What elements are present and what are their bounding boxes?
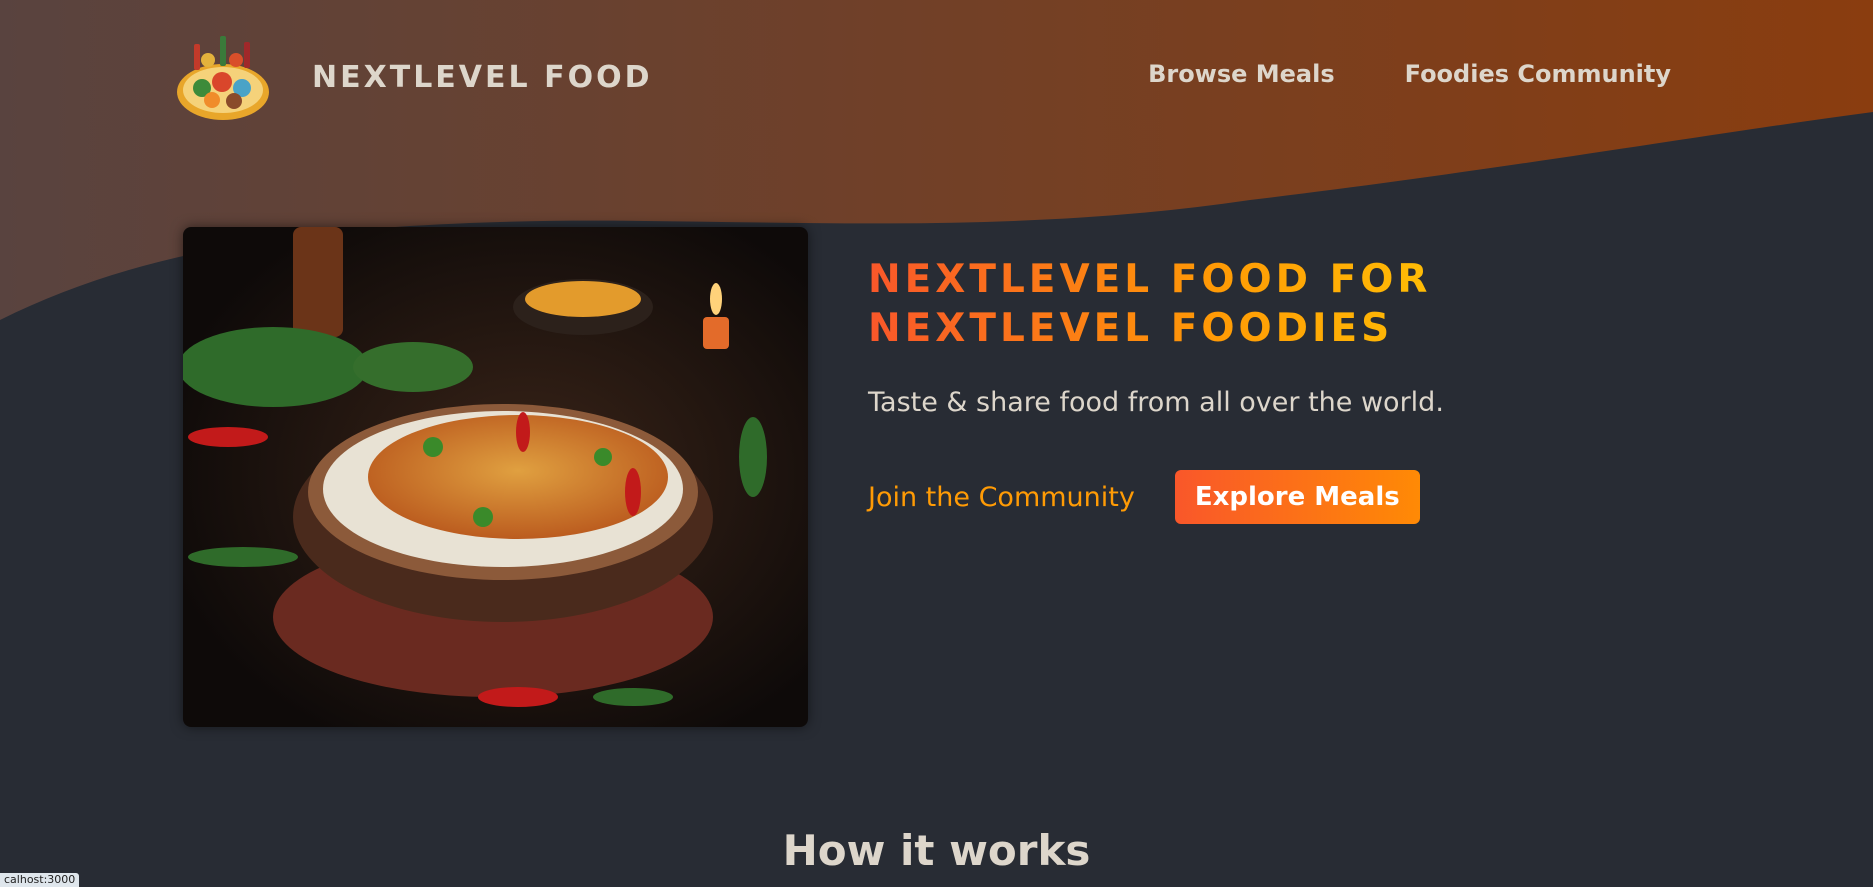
nav-browse-meals[interactable]: Browse Meals	[1148, 60, 1335, 88]
hero-image-curry	[183, 227, 808, 727]
how-it-works-heading: How it works	[782, 826, 1091, 875]
hero-title: NEXTLEVEL FOOD FOR NEXTLEVEL FOODIES	[868, 255, 1508, 353]
brand-name: NEXTLEVEL FOOD	[312, 59, 653, 95]
join-community-link[interactable]: Join the Community	[868, 482, 1135, 513]
logo-link[interactable]: NEXTLEVEL FOOD	[174, 30, 654, 124]
site-header: NEXTLEVEL FOOD Browse Meals Foodies Comm…	[0, 0, 1873, 155]
explore-meals-button[interactable]: Explore Meals	[1174, 470, 1420, 524]
nav-foodies-community[interactable]: Foodies Community	[1405, 60, 1671, 88]
browser-status-bar: calhost:3000	[0, 873, 80, 887]
hero-content: NEXTLEVEL FOOD FOR NEXTLEVEL FOODIES Tas…	[868, 255, 1668, 524]
main-nav: Browse Meals Foodies Community	[1148, 60, 1671, 88]
hero-tagline: Taste & share food from all over the wor…	[868, 387, 1444, 418]
logo-plate-image	[177, 36, 269, 120]
hero-cta-group: Join the Community Explore Meals	[868, 470, 1668, 524]
